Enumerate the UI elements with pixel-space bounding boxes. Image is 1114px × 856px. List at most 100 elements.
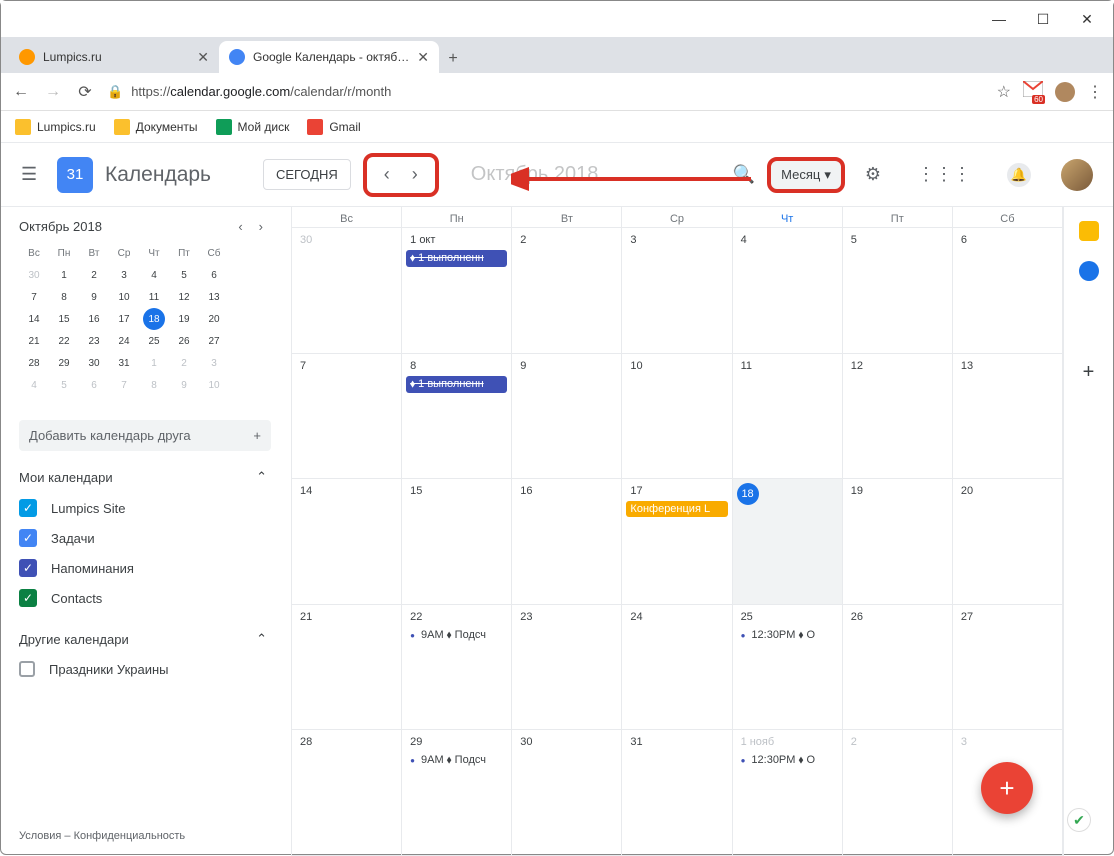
account-avatar[interactable] bbox=[1061, 159, 1093, 191]
other-calendars-header[interactable]: Другие календари ⌃ bbox=[19, 631, 291, 647]
day-cell[interactable]: 12 bbox=[843, 354, 953, 480]
calendar-checkbox[interactable] bbox=[19, 661, 35, 677]
mini-day-cell[interactable]: 1 bbox=[139, 352, 169, 374]
mini-calendar[interactable]: ВсПнВтСрЧтПтСб30123456789101112131415161… bbox=[19, 242, 291, 396]
forward-button[interactable]: → bbox=[43, 82, 63, 102]
day-cell[interactable]: 229AM ⬧ Подсч bbox=[402, 605, 512, 731]
mini-day-cell[interactable]: 22 bbox=[49, 330, 79, 352]
mini-day-cell[interactable]: 13 bbox=[199, 286, 229, 308]
day-cell[interactable]: 20 bbox=[953, 479, 1063, 605]
day-cell[interactable]: 8⬧ 1 выполненн bbox=[402, 354, 512, 480]
window-min[interactable]: — bbox=[977, 5, 1021, 33]
mini-day-cell[interactable]: 7 bbox=[19, 286, 49, 308]
add-addon-icon[interactable]: + bbox=[1083, 361, 1095, 384]
calendar-event[interactable]: Конференция L bbox=[626, 501, 727, 517]
apps-grid-icon[interactable]: ⋮⋮⋮ bbox=[917, 164, 971, 185]
tab-close-icon[interactable]: ✕ bbox=[417, 49, 429, 66]
day-cell[interactable]: 14 bbox=[292, 479, 402, 605]
day-cell[interactable]: 16 bbox=[512, 479, 622, 605]
address-input[interactable]: 🔒 https://calendar.google.com/calendar/r… bbox=[107, 84, 985, 100]
mini-day-cell[interactable]: 28 bbox=[19, 352, 49, 374]
day-cell[interactable]: 26 bbox=[843, 605, 953, 731]
day-cell[interactable]: 27 bbox=[953, 605, 1063, 731]
day-cell[interactable]: 1 окт⬧ 1 выполненн bbox=[402, 228, 512, 354]
my-calendars-header[interactable]: Мои календари ⌃ bbox=[19, 469, 291, 485]
day-cell[interactable]: 2 bbox=[843, 730, 953, 856]
calendar-item[interactable]: ✓Lumpics Site bbox=[19, 493, 291, 523]
calendar-event[interactable]: 12:30PM ⬧ О bbox=[737, 627, 838, 644]
browser-menu-icon[interactable]: ⋮ bbox=[1087, 82, 1103, 102]
day-cell[interactable]: 31 bbox=[622, 730, 732, 856]
search-icon[interactable]: 🔍 bbox=[733, 164, 755, 185]
day-cell[interactable]: 4 bbox=[733, 228, 843, 354]
mini-day-cell[interactable]: 14 bbox=[19, 308, 49, 330]
bookmark-item[interactable]: Lumpics.ru bbox=[15, 119, 96, 135]
mini-day-cell[interactable]: 16 bbox=[79, 308, 109, 330]
mini-day-cell[interactable]: 8 bbox=[139, 374, 169, 396]
bookmark-item[interactable]: Мой диск bbox=[216, 119, 290, 135]
calendar-event[interactable]: ⬧ 1 выполненн bbox=[406, 250, 507, 267]
mini-day-cell[interactable]: 15 bbox=[49, 308, 79, 330]
day-cell[interactable]: 30 bbox=[512, 730, 622, 856]
bookmark-item[interactable]: Gmail bbox=[307, 119, 360, 135]
browser-tab[interactable]: Lumpics.ru✕ bbox=[9, 41, 219, 73]
view-selector[interactable]: Месяц ▾ bbox=[767, 157, 845, 193]
back-button[interactable]: ← bbox=[11, 82, 31, 102]
day-cell[interactable]: 6 bbox=[953, 228, 1063, 354]
day-cell[interactable]: 28 bbox=[292, 730, 402, 856]
day-cell[interactable]: 10 bbox=[622, 354, 732, 480]
calendar-item[interactable]: ✓Contacts bbox=[19, 583, 291, 613]
settings-icon[interactable]: ⚙ bbox=[865, 164, 881, 185]
mini-day-cell[interactable]: 20 bbox=[199, 308, 229, 330]
calendar-event[interactable]: 12:30PM ⬧ О bbox=[737, 752, 838, 769]
day-cell[interactable]: 15 bbox=[402, 479, 512, 605]
day-cell[interactable]: 2512:30PM ⬧ О bbox=[733, 605, 843, 731]
calendar-item[interactable]: Праздники Украины bbox=[19, 655, 291, 683]
mini-day-cell[interactable]: 6 bbox=[79, 374, 109, 396]
bookmark-star-icon[interactable]: ☆ bbox=[997, 82, 1011, 102]
tasks-icon[interactable] bbox=[1079, 261, 1099, 281]
mini-day-cell[interactable]: 3 bbox=[109, 264, 139, 286]
day-cell[interactable]: 17Конференция L bbox=[622, 479, 732, 605]
calendar-checkbox[interactable]: ✓ bbox=[19, 499, 37, 517]
mini-day-cell[interactable]: 2 bbox=[169, 352, 199, 374]
mini-day-cell[interactable]: 6 bbox=[199, 264, 229, 286]
mini-day-cell[interactable]: 24 bbox=[109, 330, 139, 352]
mini-day-cell[interactable]: 30 bbox=[19, 264, 49, 286]
mini-day-cell[interactable]: 10 bbox=[109, 286, 139, 308]
mini-day-cell[interactable]: 9 bbox=[79, 286, 109, 308]
window-max[interactable]: ☐ bbox=[1021, 5, 1065, 33]
mini-day-cell[interactable]: 8 bbox=[49, 286, 79, 308]
day-cell[interactable]: 19 bbox=[843, 479, 953, 605]
keep-icon[interactable] bbox=[1079, 221, 1099, 241]
mini-day-cell[interactable]: 4 bbox=[139, 264, 169, 286]
mini-day-cell[interactable]: 30 bbox=[79, 352, 109, 374]
create-event-fab[interactable]: + bbox=[981, 762, 1033, 814]
calendar-event[interactable]: ⬧ 1 выполненн bbox=[406, 376, 507, 393]
mini-day-cell[interactable]: 18 bbox=[143, 308, 165, 330]
calendar-event[interactable]: 9AM ⬧ Подсч bbox=[406, 627, 507, 644]
hamburger-icon[interactable]: ☰ bbox=[21, 164, 45, 185]
mini-day-cell[interactable]: 10 bbox=[199, 374, 229, 396]
mini-prev-icon[interactable]: ‹ bbox=[238, 219, 242, 234]
mini-day-cell[interactable]: 23 bbox=[79, 330, 109, 352]
window-close[interactable]: ✕ bbox=[1065, 5, 1109, 33]
security-shield-icon[interactable]: ✔ bbox=[1067, 808, 1091, 832]
mini-day-cell[interactable]: 21 bbox=[19, 330, 49, 352]
footer-links[interactable]: Условия – Конфиденциальность bbox=[19, 816, 291, 856]
day-cell[interactable]: 23 bbox=[512, 605, 622, 731]
mini-day-cell[interactable]: 5 bbox=[49, 374, 79, 396]
calendar-event[interactable]: 9AM ⬧ Подсч bbox=[406, 752, 507, 769]
mini-day-cell[interactable]: 1 bbox=[49, 264, 79, 286]
day-cell[interactable]: 299AM ⬧ Подсч bbox=[402, 730, 512, 856]
mini-day-cell[interactable]: 17 bbox=[109, 308, 139, 330]
mini-day-cell[interactable]: 25 bbox=[139, 330, 169, 352]
mini-day-cell[interactable]: 4 bbox=[19, 374, 49, 396]
mini-day-cell[interactable]: 31 bbox=[109, 352, 139, 374]
today-button[interactable]: СЕГОДНЯ bbox=[263, 159, 351, 190]
mini-day-cell[interactable]: 7 bbox=[109, 374, 139, 396]
mini-day-cell[interactable]: 2 bbox=[79, 264, 109, 286]
calendar-checkbox[interactable]: ✓ bbox=[19, 529, 37, 547]
day-cell[interactable]: 5 bbox=[843, 228, 953, 354]
mini-day-cell[interactable]: 12 bbox=[169, 286, 199, 308]
